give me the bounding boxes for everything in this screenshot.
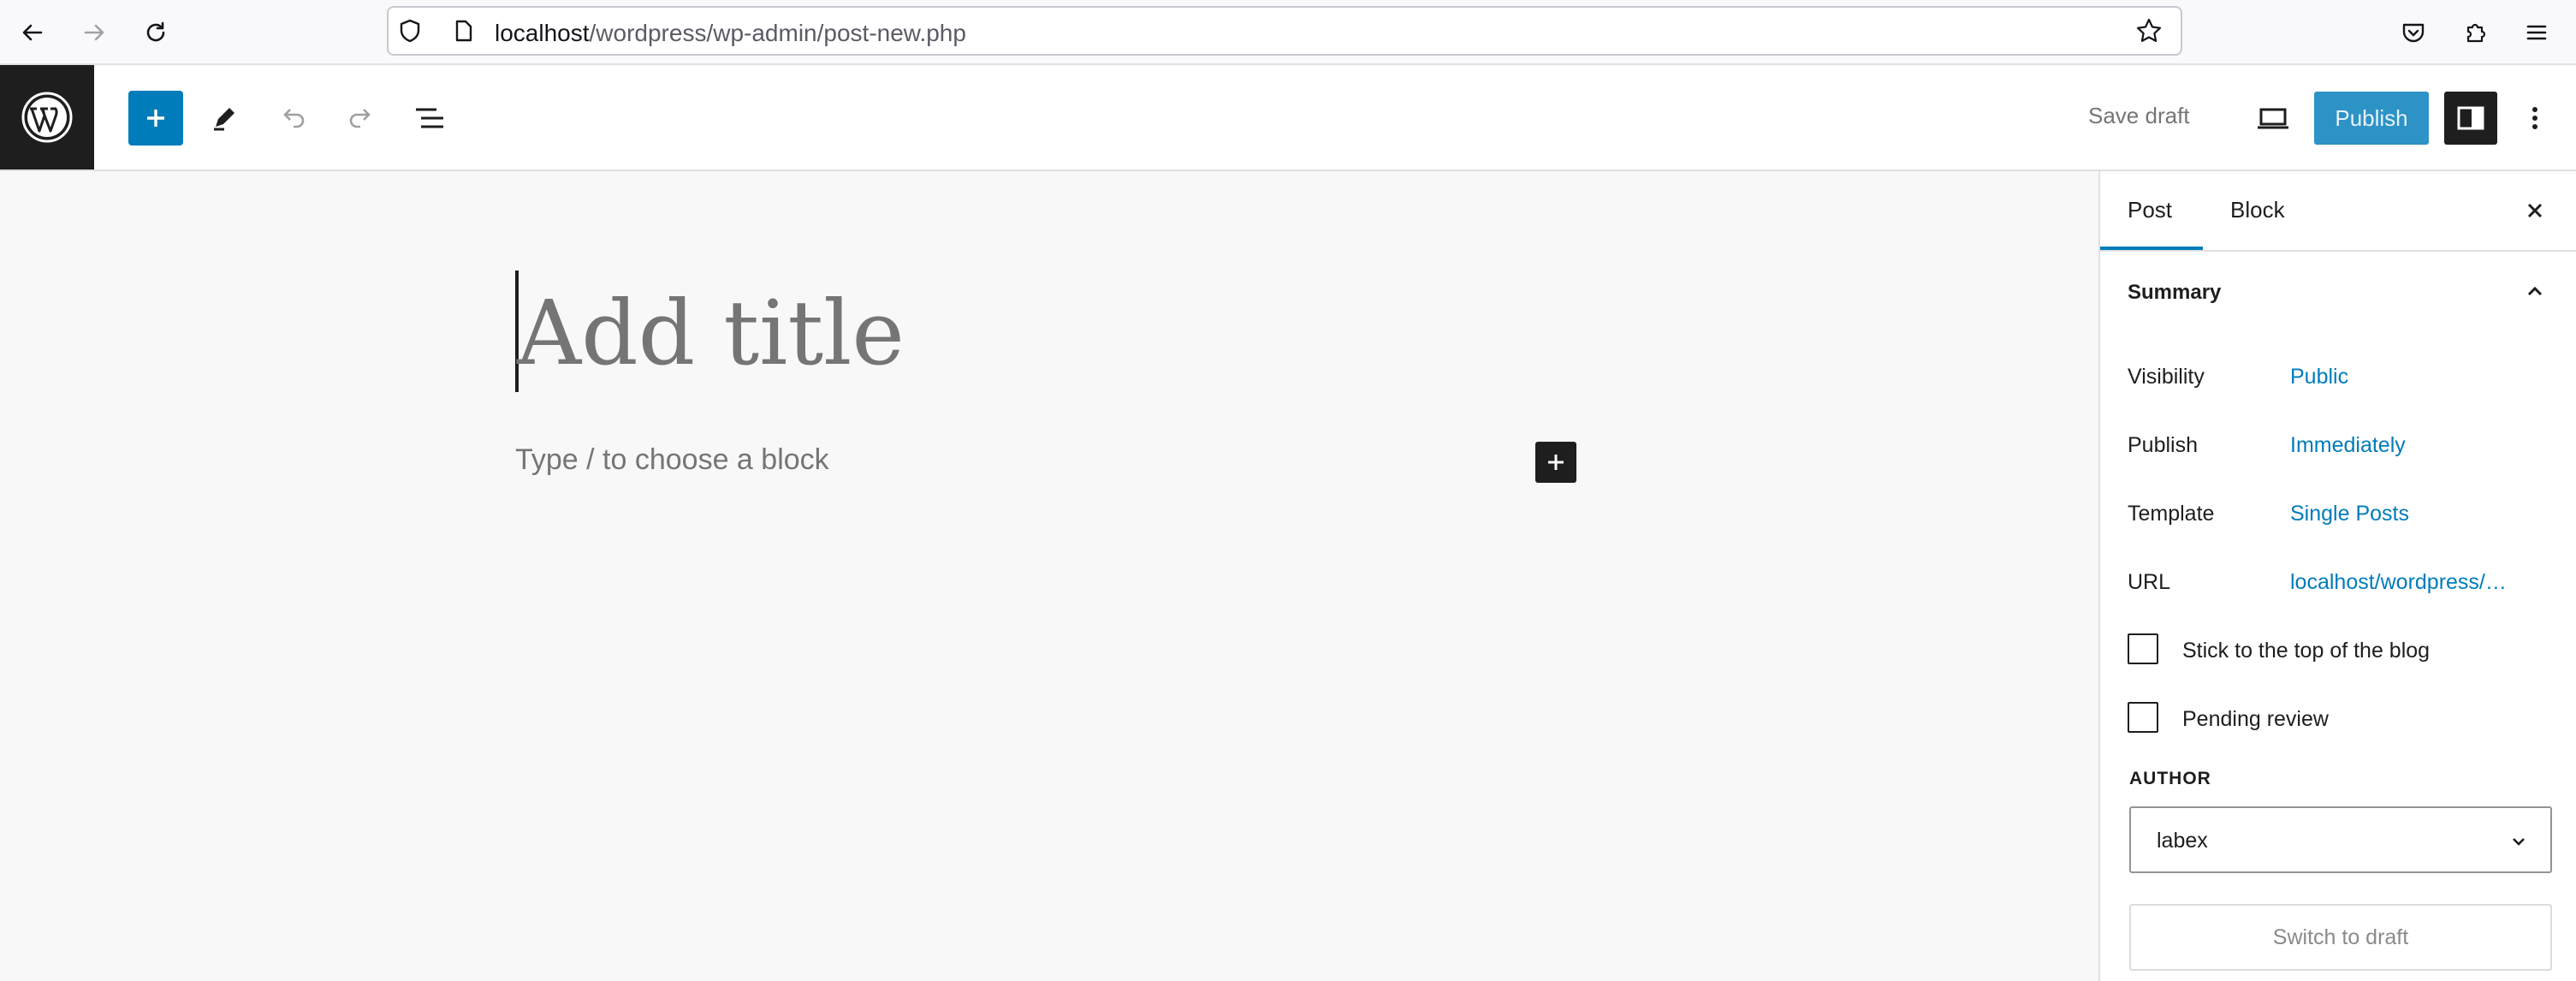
undo-button[interactable] (265, 91, 320, 146)
pending-review-checkbox[interactable] (2128, 702, 2158, 733)
inline-add-block-button[interactable] (1535, 442, 1576, 483)
plus-icon (147, 110, 164, 127)
star-icon[interactable] (2134, 16, 2163, 45)
url-host: localhost (495, 20, 590, 46)
sidebar-tabs: Post Block (2100, 171, 2576, 252)
chevron-up-icon[interactable] (2521, 277, 2549, 309)
active-tab-indicator (2100, 247, 2203, 250)
url-link[interactable]: localhost/wordpress/… (2290, 570, 2507, 595)
chevron-down-icon (2508, 830, 2530, 857)
menu-icon[interactable] (2516, 12, 2557, 53)
url-path: /wordpress/wp-admin/post-new.php (589, 20, 966, 46)
save-draft-button[interactable]: Save draft (2088, 103, 2190, 129)
extensions-icon[interactable] (2454, 12, 2496, 53)
tools-button[interactable] (197, 91, 252, 146)
sidebar-toggle-icon (2457, 106, 2484, 130)
url-bar[interactable]: localhost/wordpress/wp-admin/post-new.ph… (387, 6, 2182, 56)
sticky-checkbox[interactable] (2128, 633, 2158, 664)
publish-date-link[interactable]: Immediately (2290, 433, 2406, 458)
post-title-input[interactable]: Add title (517, 276, 905, 390)
more-vertical-icon (2532, 107, 2537, 129)
close-sidebar-button[interactable] (2518, 193, 2552, 228)
back-icon[interactable] (12, 12, 53, 53)
options-button[interactable] (2511, 91, 2559, 146)
settings-sidebar: Post Block Summary Visibility Public Pub… (2098, 171, 2576, 981)
redo-icon (349, 109, 371, 128)
list-view-icon (416, 108, 443, 128)
publish-button[interactable]: Publish (2314, 92, 2429, 145)
pocket-icon[interactable] (2393, 12, 2434, 53)
close-icon (2527, 203, 2543, 218)
redo-button[interactable] (334, 91, 389, 146)
preview-button[interactable] (2246, 91, 2300, 146)
reload-icon[interactable] (135, 12, 176, 53)
browser-toolbar: localhost/wordpress/wp-admin/post-new.ph… (0, 0, 2576, 65)
settings-toggle-button[interactable] (2444, 92, 2497, 145)
author-selected-value: labex (2157, 829, 2208, 853)
pending-review-label[interactable]: Pending review (2182, 707, 2329, 732)
pencil-icon (214, 108, 234, 131)
shield-icon[interactable] (397, 18, 423, 44)
author-heading: AUTHOR (2129, 769, 2211, 788)
visibility-link[interactable]: Public (2290, 365, 2348, 389)
undo-icon (283, 109, 305, 128)
tab-block[interactable]: Block (2230, 197, 2285, 223)
editor-header: Save draft Publish (0, 65, 2576, 171)
page-icon (450, 18, 476, 44)
author-select[interactable]: labex (2129, 806, 2552, 873)
template-label: Template (2128, 502, 2215, 526)
visibility-label: Visibility (2128, 365, 2205, 389)
template-link[interactable]: Single Posts (2290, 502, 2409, 526)
block-appender[interactable]: Type / to choose a block (515, 443, 829, 477)
editor-canvas[interactable]: Add title Type / to choose a block (0, 171, 2098, 981)
forward-icon[interactable] (74, 12, 115, 53)
url-text[interactable]: localhost/wordpress/wp-admin/post-new.ph… (495, 20, 966, 47)
tab-post[interactable]: Post (2128, 197, 2172, 223)
sticky-label[interactable]: Stick to the top of the blog (2182, 639, 2430, 663)
summary-panel-title[interactable]: Summary (2128, 281, 2221, 305)
list-view-button[interactable] (402, 91, 457, 146)
publish-label: Publish (2128, 433, 2198, 457)
add-block-button[interactable] (128, 91, 183, 146)
switch-to-draft-button[interactable]: Switch to draft (2129, 904, 2552, 971)
url-label: URL (2128, 570, 2171, 594)
desktop-preview-icon (2258, 108, 2288, 129)
wordpress-logo-icon[interactable] (0, 65, 94, 169)
plus-icon (1548, 455, 1564, 470)
